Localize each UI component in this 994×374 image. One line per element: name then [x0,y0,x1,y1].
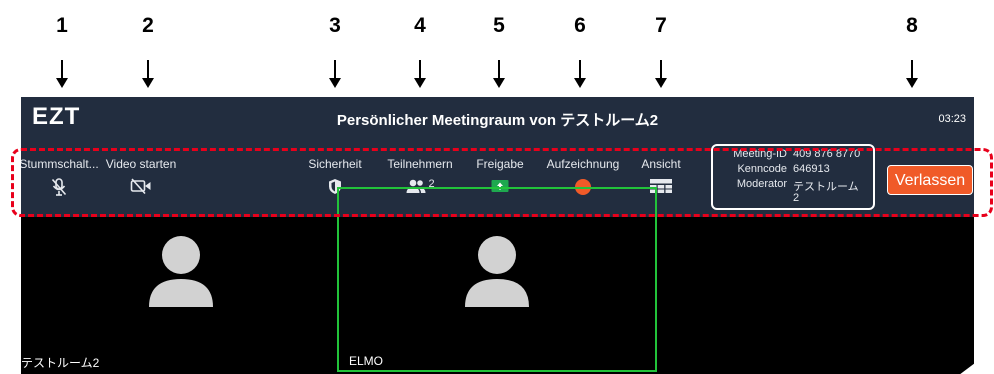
callout-5: 5 [479,14,519,88]
video-tile-1[interactable]: テストルーム2 [21,217,321,374]
callout-number: 3 [329,14,341,37]
down-arrow-icon [493,60,505,88]
callout-number: 7 [655,14,667,37]
scroll-right-icon[interactable] [957,363,974,374]
callout-number: 5 [493,14,505,37]
avatar-icon [465,236,529,307]
title-bar: EZT Persönlicher Meetingraum von テストルーム2… [21,97,974,139]
callout-number: 2 [142,14,154,37]
participant-name: ELMO [349,354,384,368]
down-arrow-icon [142,60,154,88]
meeting-title: Persönlicher Meetingraum von テストルーム2 [336,112,659,129]
down-arrow-icon [56,60,68,88]
down-arrow-icon [906,60,918,88]
down-arrow-icon [655,60,667,88]
callout-number: 8 [906,14,918,37]
callout-number: 6 [574,14,586,37]
down-arrow-icon [574,60,586,88]
callout-8: 8 [892,14,932,88]
callout-6: 6 [560,14,600,88]
callout-2: 2 [128,14,168,88]
meeting-window: EZT Persönlicher Meetingraum von テストルーム2… [21,97,974,374]
callout-3: 3 [315,14,355,88]
toolbar-highlight [11,148,993,217]
down-arrow-icon [329,60,341,88]
callout-7: 7 [641,14,681,88]
callout-1: 1 [42,14,82,88]
callout-4: 4 [400,14,440,88]
participant-name: テストルーム2 [21,356,100,370]
meeting-timer: 03:23 [938,113,966,125]
callout-number: 1 [56,14,68,37]
callout-number: 4 [414,14,426,37]
down-arrow-icon [414,60,426,88]
avatar-icon [149,236,213,307]
